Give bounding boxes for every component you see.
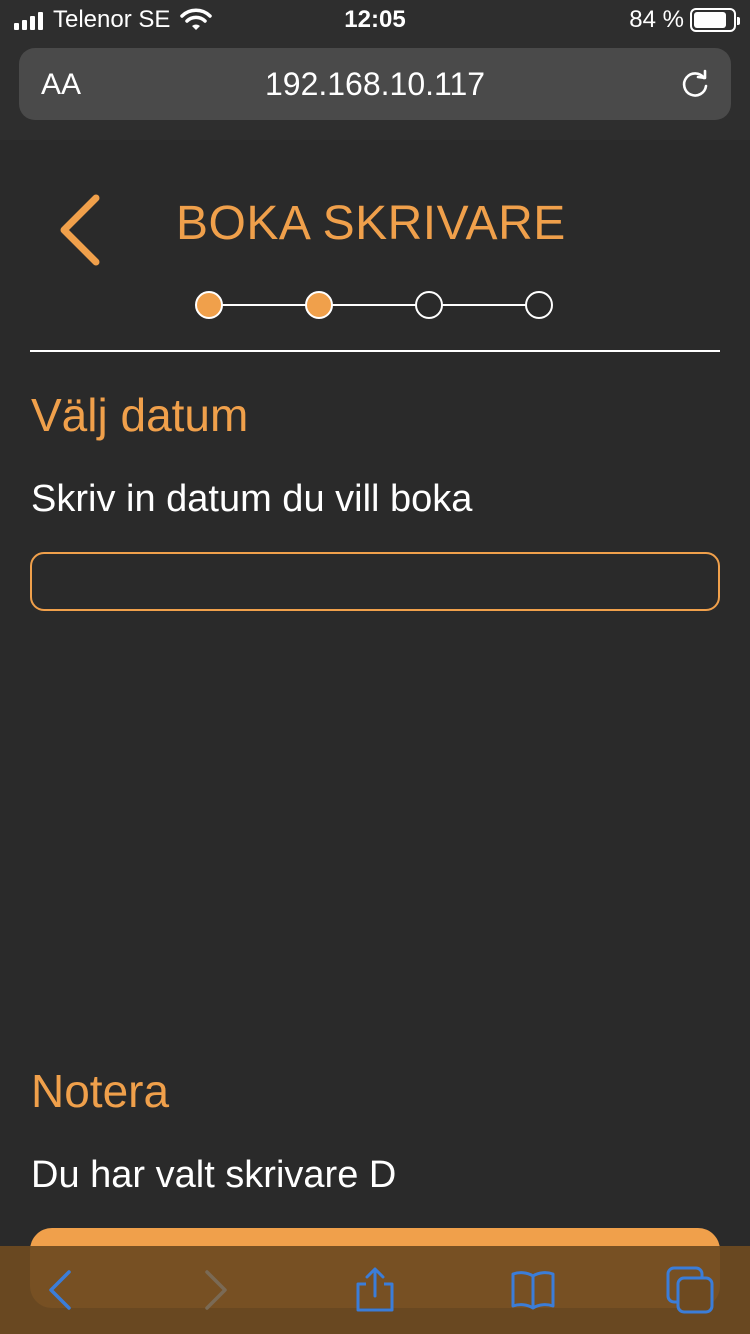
header-divider [30, 350, 720, 352]
step-completed [195, 291, 223, 319]
back-icon[interactable] [38, 1266, 86, 1314]
step-completed [305, 291, 333, 319]
step-pending [415, 291, 443, 319]
status-bar: Telenor SE 12:05 84 % [0, 0, 750, 40]
browser-toolbar-top: AA 192.168.10.117 [0, 40, 750, 140]
progress-stepper [195, 291, 553, 319]
date-input[interactable] [30, 552, 720, 611]
back-chevron-icon[interactable] [52, 190, 112, 270]
date-heading: Välj datum [31, 389, 249, 441]
url-text[interactable]: 192.168.10.117 [19, 66, 731, 103]
reload-icon[interactable] [677, 66, 713, 102]
date-instruction: Skriv in datum du vill boka [31, 478, 473, 520]
note-heading: Notera [31, 1065, 170, 1117]
step-pending [525, 291, 553, 319]
forward-icon[interactable] [190, 1266, 238, 1314]
battery-icon [690, 8, 740, 32]
battery-fill [694, 12, 726, 28]
browser-toolbar-bottom [0, 1246, 750, 1334]
share-icon[interactable] [351, 1266, 399, 1314]
bookmarks-icon[interactable] [509, 1266, 557, 1314]
status-right: 84 % [629, 6, 740, 34]
page-title: BOKA SKRIVARE [176, 197, 566, 250]
battery-percentage: 84 % [629, 6, 684, 33]
note-text: Du har valt skrivare D [31, 1154, 397, 1196]
address-bar[interactable]: AA 192.168.10.117 [19, 48, 731, 120]
tabs-icon[interactable] [666, 1266, 714, 1314]
